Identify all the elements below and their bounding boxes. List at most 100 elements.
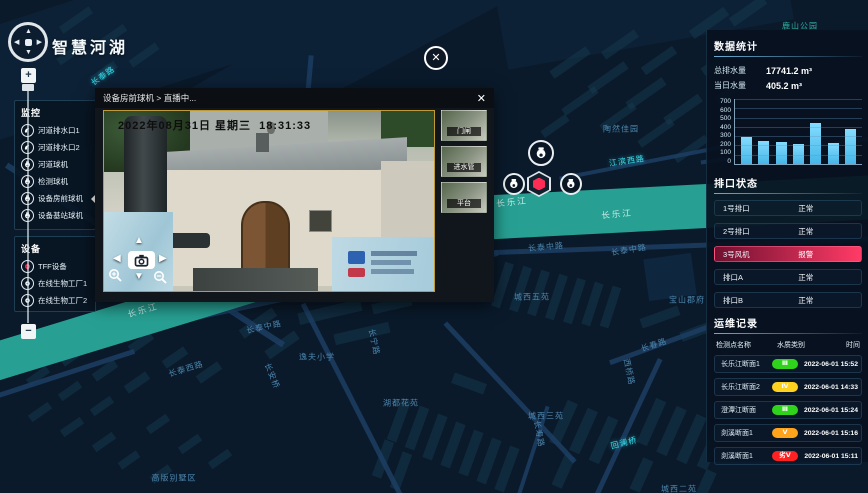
records-header-cell: 时间 [808, 340, 860, 350]
device-item-label: TFF设备 [38, 261, 67, 272]
ptz-down-button[interactable]: ▼ [134, 271, 144, 282]
ptz-left-button[interactable]: ◀ [113, 253, 121, 264]
outlet-status-value: 正常 [798, 295, 813, 306]
map-label: 城西三苑 [528, 411, 564, 422]
stat-label: 总排水量 [714, 65, 766, 76]
camera-icon [132, 253, 151, 268]
thumbnail-label: 门闸 [447, 127, 480, 136]
outlet-status-row[interactable]: 1号排口正常 [714, 200, 862, 216]
record-site-name: 长乐江断面2 [721, 382, 768, 392]
outlet-status-value: 报警 [798, 249, 813, 260]
map-building-block [405, 406, 429, 451]
pan-down-arrow-icon[interactable]: ▼ [25, 49, 32, 56]
stat-value: 405.2 m³ [766, 81, 802, 91]
video-popup-header: 设备房前球机 > 直播中... ✕ [95, 88, 494, 108]
outlet-section-title: 排口状态 [714, 175, 862, 190]
video-popup-close-icon[interactable]: ✕ [477, 92, 486, 105]
active-item-arrow-icon [87, 195, 95, 203]
record-row[interactable]: 剡溪断面1Ⅴ2022-06-01 15:16 [714, 424, 862, 442]
map-building-block [641, 46, 677, 75]
pan-left-arrow-icon[interactable]: ◀ [14, 39, 19, 46]
map-building-block [146, 414, 170, 434]
ball-camera-marker[interactable] [503, 173, 525, 195]
record-time: 2022-06-01 15:11 [802, 453, 858, 460]
monitor-camera-item[interactable]: 河道排水口2 [21, 139, 91, 156]
map-label: 陶然佳园 [603, 124, 639, 135]
chart-gridline [735, 118, 862, 119]
outlet-name: 排口A [723, 272, 743, 283]
camera-preset-thumbnail[interactable]: 进水管 [441, 146, 487, 177]
pan-center-icon[interactable] [25, 39, 32, 46]
video-timestamp: 2022年08月31日 星期三 18:31:33 [118, 117, 311, 133]
map-label: 回澜桥 [610, 434, 639, 451]
map-building-block [92, 432, 116, 452]
water-grade-badge: Ⅲ [772, 405, 798, 415]
scene-ground-clutter [193, 268, 318, 291]
camera-preset-thumbnail[interactable]: 平台 [441, 182, 487, 213]
ptz-up-button[interactable]: ▲ [134, 235, 144, 246]
y-tick-label: 700 [714, 99, 731, 105]
record-row[interactable]: 长乐江断面1Ⅲ2022-06-01 15:52 [714, 355, 862, 373]
map-zoom-slider-track[interactable] [27, 85, 29, 323]
map-label: 高版别墅区 [152, 473, 197, 484]
outlet-name: 排口B [723, 295, 743, 306]
ball-camera-marker[interactable] [528, 140, 554, 166]
record-site-name: 长乐江断面1 [721, 359, 768, 369]
stats-rows: 总排水量17741.2 m³当日水量405.2 m³ [714, 63, 862, 93]
map-popup-close-button[interactable]: ✕ [424, 46, 448, 70]
monitor-camera-item[interactable]: 设备基站球机 [21, 207, 91, 224]
video-popup-title: 设备房前球机 > 直播中... [103, 92, 477, 104]
map-zoom-out-button[interactable]: − [21, 324, 36, 339]
monitor-camera-item[interactable]: 河道球机 [21, 156, 91, 173]
monitor-camera-item-label: 河道球机 [38, 159, 68, 170]
outlet-status-row[interactable]: 排口B 正常 [714, 292, 862, 308]
video-zoom-out-icon[interactable] [153, 270, 168, 285]
record-row[interactable]: 剡溪断面1劣Ⅴ2022-06-01 15:11 [714, 447, 862, 465]
map-zoom-slider-handle[interactable] [22, 84, 34, 91]
scene-window [309, 210, 332, 232]
record-time: 2022-06-01 14:33 [802, 384, 858, 391]
pan-up-arrow-icon[interactable]: ▲ [25, 28, 32, 35]
outlet-status-row[interactable]: 排口A正常 [714, 269, 862, 285]
monitor-camera-item[interactable]: 设备房前球机 [21, 190, 91, 207]
map-building-block [333, 322, 390, 345]
map-building-block [600, 286, 622, 329]
map-label: 城西五苑 [514, 292, 550, 303]
monitor-camera-item[interactable]: 检测球机 [21, 173, 91, 190]
monitor-camera-item[interactable]: 河道排水口1 [21, 122, 91, 139]
outlet-status-row[interactable]: 2号排口正常 [714, 223, 862, 239]
map-building-block [178, 434, 202, 454]
outlet-status-list: 1号排口正常2号排口正常3号风机报警排口A正常排口B正常 [714, 200, 862, 308]
device-item[interactable]: TFF设备 [21, 258, 91, 275]
map-building-block [630, 457, 654, 493]
record-row[interactable]: 澄潭江断面Ⅲ2022-06-01 15:24 [714, 401, 862, 419]
map-building-block [561, 86, 598, 115]
stat-value: 17741.2 m³ [766, 66, 812, 76]
video-zoom-in-icon[interactable] [108, 268, 123, 283]
map-building-block [58, 381, 82, 401]
outlet-status-row[interactable]: 3号风机报警 [714, 246, 862, 262]
y-tick-label: 500 [714, 116, 731, 122]
stat-label: 当日水量 [714, 80, 766, 91]
records-header-cell: 水质类别 [774, 340, 808, 350]
device-item[interactable]: 在线生物工厂1 [21, 275, 91, 292]
smart-river-dashboard: 鹿山公园陶然佳园江滨西路长乐江长乐江长泰中路长泰中路城西五苑宝山郡府长乐江长泰中… [0, 0, 868, 493]
map-zoom-in-button[interactable]: + [21, 68, 36, 83]
discharge-bar-chart: 7006005004003002001000 [714, 99, 862, 165]
chart-y-axis-labels: 7006005004003002001000 [714, 99, 734, 165]
device-item[interactable]: 在线生物工厂2 [21, 292, 91, 309]
device-item-label: 在线生物工厂1 [38, 278, 87, 289]
chart-gridline [735, 99, 862, 100]
pan-right-arrow-icon[interactable]: ▶ [37, 39, 42, 46]
device-panel-title: 设备 [21, 242, 91, 255]
map-pan-control[interactable]: ▲ ▼ ◀ ▶ [8, 22, 48, 62]
camera-preset-thumbnail[interactable]: 门闸 [441, 110, 487, 141]
ball-camera-marker[interactable] [560, 173, 582, 195]
ptz-right-button[interactable]: ▶ [159, 253, 167, 264]
snapshot-camera-button[interactable] [128, 251, 155, 269]
outlet-status-value: 正常 [798, 226, 813, 237]
y-tick-label: 600 [714, 108, 731, 114]
map-label: 西桥路 [621, 358, 637, 387]
section-divider [714, 333, 862, 334]
record-row[interactable]: 长乐江断面2Ⅳ2022-06-01 14:33 [714, 378, 862, 396]
